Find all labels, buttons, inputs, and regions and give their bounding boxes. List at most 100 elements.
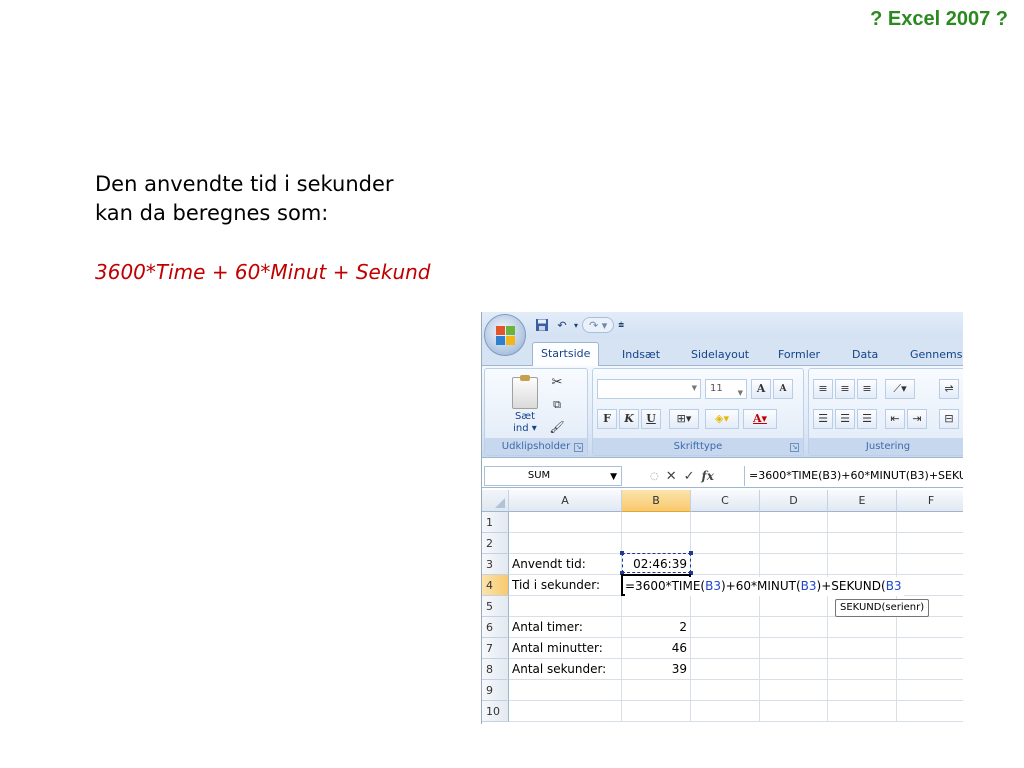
font-color-button[interactable]: A▾ (743, 409, 777, 429)
paste-button[interactable]: Sæt ind ▾ (507, 411, 543, 435)
align-top-button[interactable]: ≡ (813, 379, 833, 399)
align-left-button[interactable]: ☰ (813, 409, 833, 429)
insert-function-icon[interactable]: fx (702, 469, 714, 483)
cell-a10[interactable] (509, 701, 622, 722)
cell-e1[interactable] (828, 512, 897, 533)
redo-icon[interactable]: ↷ ▾ (582, 317, 615, 333)
row-header-9[interactable]: 9 (482, 680, 509, 701)
cell-edit-formula[interactable]: =3600*TIME(B3)+60*MINUT(B3)+SEKUND(B3 (625, 577, 904, 596)
cell-b1[interactable] (622, 512, 691, 533)
row-header-5[interactable]: 5 (482, 596, 509, 617)
cell-f7[interactable] (897, 638, 963, 659)
grow-font-button[interactable]: A (751, 379, 771, 399)
cell-e3[interactable] (828, 554, 897, 575)
select-all-button[interactable] (482, 490, 509, 512)
cell-a9[interactable] (509, 680, 622, 701)
row-header-3[interactable]: 3 (482, 554, 509, 575)
cell-c8[interactable] (691, 659, 760, 680)
wrap-text-button[interactable]: ⇌ (939, 379, 959, 399)
tab-gennemse[interactable]: Gennemse (910, 344, 963, 366)
cancel-icon[interactable]: ✕ (666, 469, 677, 484)
cell-d2[interactable] (760, 533, 828, 554)
tab-formler[interactable]: Formler (778, 344, 820, 366)
cell-b10[interactable] (622, 701, 691, 722)
function-tooltip[interactable]: SEKUND(serienr) (835, 599, 930, 617)
fill-color-button[interactable]: ◈▾ (705, 409, 739, 429)
cell-a2[interactable] (509, 533, 622, 554)
cell-a8[interactable]: Antal sekunder: (509, 659, 622, 680)
cell-a6[interactable]: Antal timer: (509, 617, 622, 638)
enter-icon[interactable]: ✓ (684, 469, 695, 484)
undo-icon[interactable]: ↶ (554, 317, 570, 333)
cell-c5[interactable] (691, 596, 760, 617)
column-header-b[interactable]: B (622, 490, 691, 512)
font-launcher-icon[interactable]: ↘ (790, 443, 799, 452)
cell-b9[interactable] (622, 680, 691, 701)
increase-indent-button[interactable]: ⇥ (907, 409, 927, 429)
cell-e7[interactable] (828, 638, 897, 659)
column-header-c[interactable]: C (691, 490, 760, 512)
tab-indsaet[interactable]: Indsæt (622, 344, 660, 366)
cell-b7[interactable]: 46 (622, 638, 691, 659)
expand-icon[interactable]: ◌ (650, 471, 659, 482)
shrink-font-button[interactable]: A (773, 379, 793, 399)
cell-a5[interactable] (509, 596, 622, 617)
copy-icon[interactable]: ⧉ (549, 397, 565, 413)
office-button[interactable] (484, 314, 526, 356)
cell-f1[interactable] (897, 512, 963, 533)
bold-button[interactable]: F (597, 409, 617, 429)
italic-button[interactable]: K (619, 409, 639, 429)
cell-e10[interactable] (828, 701, 897, 722)
cell-f8[interactable] (897, 659, 963, 680)
cell-d6[interactable] (760, 617, 828, 638)
paste-icon[interactable] (512, 375, 538, 409)
cell-f9[interactable] (897, 680, 963, 701)
column-header-e[interactable]: E (828, 490, 897, 512)
column-header-a[interactable]: A (509, 490, 622, 512)
cell-a3[interactable]: Anvendt tid: (509, 554, 622, 575)
cell-c7[interactable] (691, 638, 760, 659)
cell-d3[interactable] (760, 554, 828, 575)
cell-c3[interactable] (691, 554, 760, 575)
column-header-d[interactable]: D (760, 490, 828, 512)
cell-b6[interactable]: 2 (622, 617, 691, 638)
align-bottom-button[interactable]: ≡ (857, 379, 877, 399)
tab-data[interactable]: Data (852, 344, 878, 366)
cell-c2[interactable] (691, 533, 760, 554)
row-header-2[interactable]: 2 (482, 533, 509, 554)
cell-c6[interactable] (691, 617, 760, 638)
cell-f3[interactable] (897, 554, 963, 575)
font-size-combo[interactable]: 11 ▼ (705, 379, 747, 399)
undo-dropdown-icon[interactable]: ▾ (574, 321, 578, 330)
cell-a1[interactable] (509, 512, 622, 533)
cell-d10[interactable] (760, 701, 828, 722)
cell-f10[interactable] (897, 701, 963, 722)
cell-d7[interactable] (760, 638, 828, 659)
align-middle-button[interactable]: ≡ (835, 379, 855, 399)
column-header-f[interactable]: F (897, 490, 963, 512)
cell-d5[interactable] (760, 596, 828, 617)
cell-e6[interactable] (828, 617, 897, 638)
cell-f6[interactable] (897, 617, 963, 638)
cut-icon[interactable]: ✂ (549, 375, 565, 391)
merge-center-button[interactable]: ⊟ (939, 409, 959, 429)
row-header-8[interactable]: 8 (482, 659, 509, 680)
cell-e8[interactable] (828, 659, 897, 680)
cell-e9[interactable] (828, 680, 897, 701)
cell-c10[interactable] (691, 701, 760, 722)
clipboard-launcher-icon[interactable]: ↘ (574, 443, 583, 452)
name-box-dropdown-icon[interactable]: ▼ (610, 468, 617, 486)
underline-button[interactable]: U (641, 409, 661, 429)
cell-b8[interactable]: 39 (622, 659, 691, 680)
cell-d8[interactable] (760, 659, 828, 680)
customize-qat-icon[interactable]: ⩧ (618, 320, 624, 331)
align-center-button[interactable]: ☰ (835, 409, 855, 429)
cell-e2[interactable] (828, 533, 897, 554)
align-right-button[interactable]: ☰ (857, 409, 877, 429)
cell-d1[interactable] (760, 512, 828, 533)
cell-b2[interactable] (622, 533, 691, 554)
decrease-indent-button[interactable]: ⇤ (885, 409, 905, 429)
cell-f4[interactable] (897, 575, 963, 596)
cell-c1[interactable] (691, 512, 760, 533)
cell-c9[interactable] (691, 680, 760, 701)
